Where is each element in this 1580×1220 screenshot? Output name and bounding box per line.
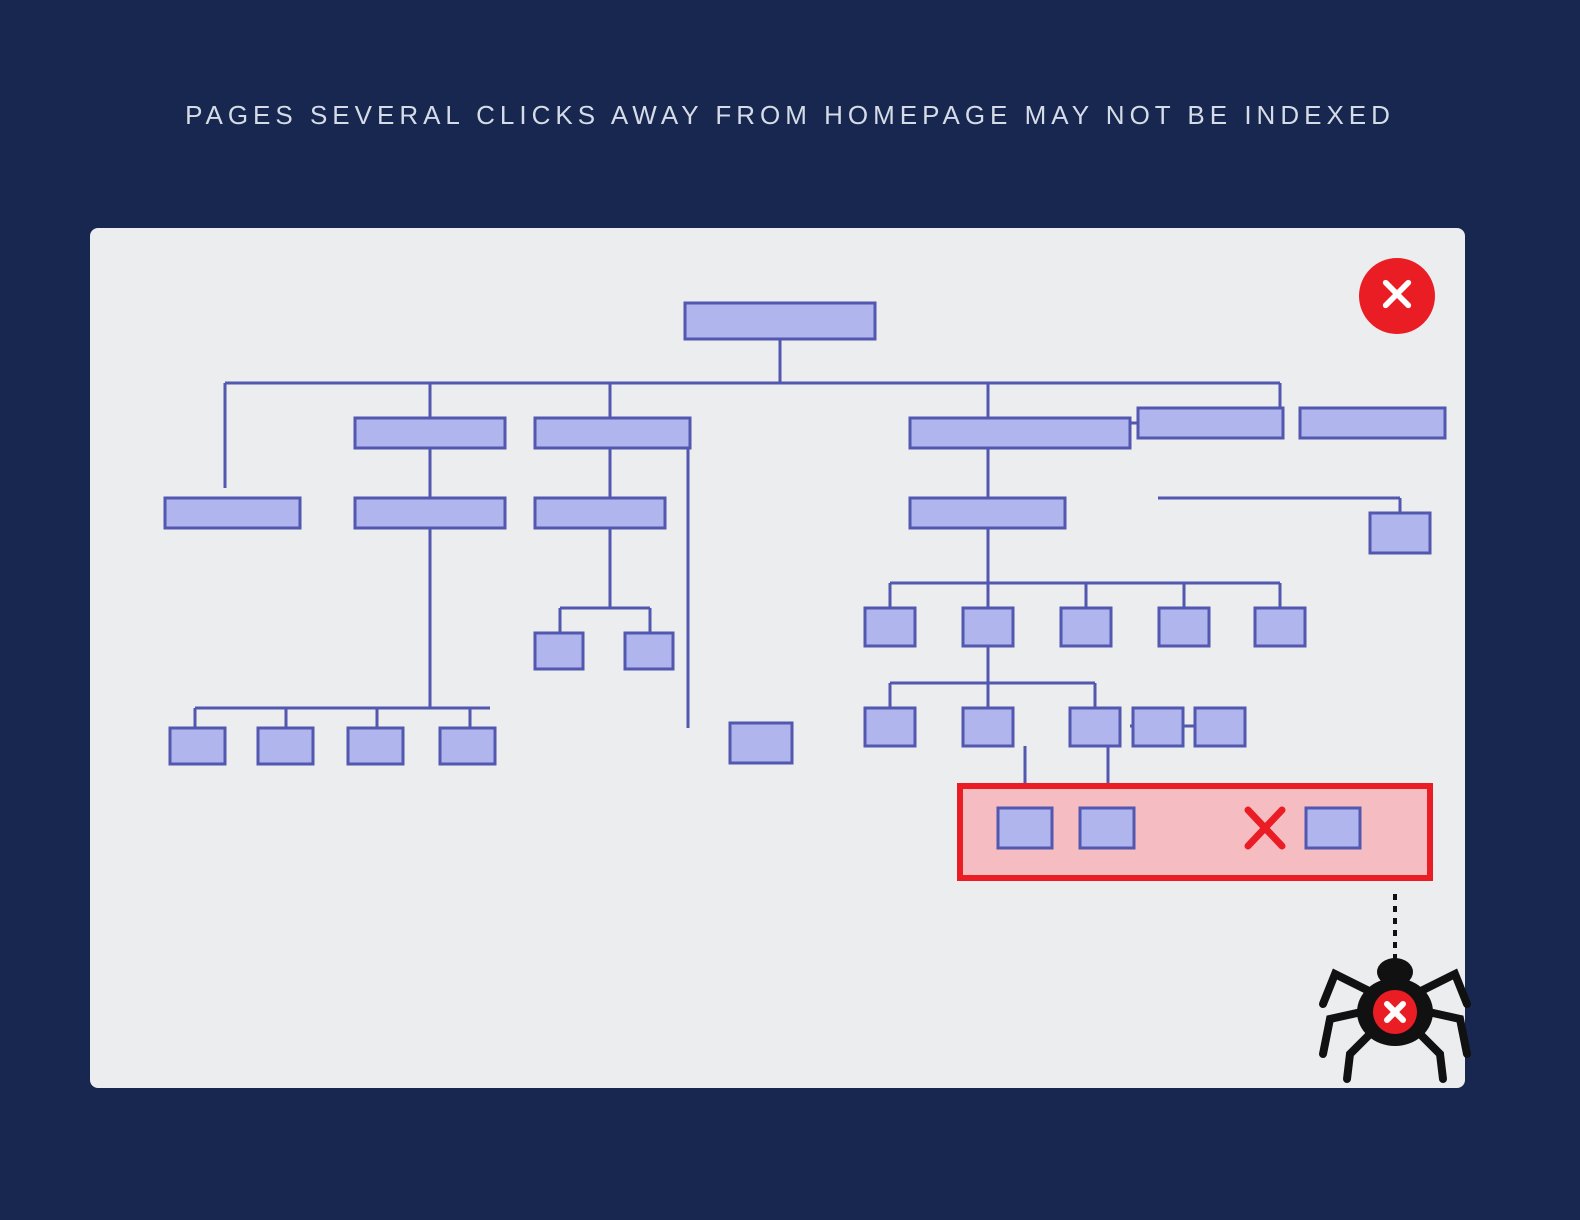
node-l4: [730, 723, 792, 763]
node-deep: [1306, 808, 1360, 848]
node-l2: [165, 498, 300, 528]
node-l3: [1159, 608, 1209, 646]
node-l3: [535, 633, 583, 669]
node-l4: [348, 728, 403, 764]
node-l1: [910, 418, 1130, 448]
node-l1: [535, 418, 690, 448]
node-l2: [910, 498, 1065, 528]
node-l3: [625, 633, 673, 669]
node-l4: [963, 708, 1013, 746]
node-l3: [963, 608, 1013, 646]
node-root: [685, 303, 875, 339]
node-l3: [1255, 608, 1305, 646]
node-l4: [865, 708, 915, 746]
node-l4: [170, 728, 225, 764]
node-l4: [258, 728, 313, 764]
node-l2: [355, 498, 505, 528]
node-deep: [998, 808, 1052, 848]
spider-crawler-icon: [1305, 894, 1485, 1099]
node-l1: [1138, 408, 1283, 438]
diagram-panel: [90, 228, 1465, 1088]
node-l4: [1133, 708, 1183, 746]
node-l1: [355, 418, 505, 448]
not-indexed-region: [960, 786, 1430, 878]
tree-nodes: [165, 303, 1445, 764]
node-l4: [440, 728, 495, 764]
node-l4: [1195, 708, 1245, 746]
node-l3: [865, 608, 915, 646]
node-l1: [1300, 408, 1445, 438]
node-deep: [1080, 808, 1134, 848]
site-tree-diagram: [90, 228, 1465, 1088]
node-l3: [1061, 608, 1111, 646]
node-l2: [1370, 513, 1430, 553]
diagram-title: PAGES SEVERAL CLICKS AWAY FROM HOMEPAGE …: [0, 0, 1580, 131]
node-l2: [535, 498, 665, 528]
node-l4: [1070, 708, 1120, 746]
